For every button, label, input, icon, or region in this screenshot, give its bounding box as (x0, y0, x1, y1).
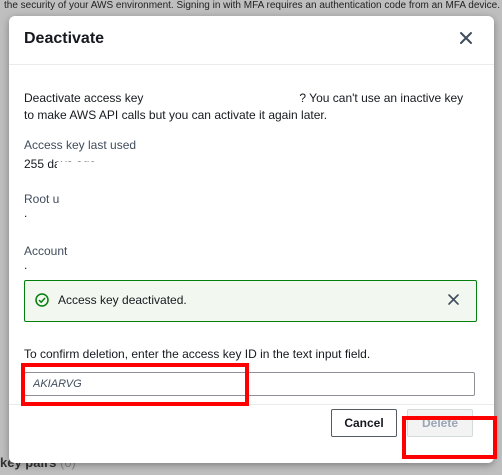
redacted-block (57, 162, 127, 172)
background-header-text: the security of your AWS environment. Si… (4, 0, 500, 11)
access-key-id-input[interactable] (24, 372, 475, 396)
cancel-button[interactable]: Cancel (331, 409, 397, 437)
modal-title: Deactivate (24, 30, 105, 47)
deactivate-modal: Deactivate Deactivate access key? You ca… (9, 16, 494, 463)
modal-description: Deactivate access key? You can't use an … (24, 90, 464, 124)
modal-footer-divider (9, 404, 494, 405)
redacted-block (60, 190, 150, 208)
modal-header: Deactivate (9, 16, 494, 65)
redacted-block (106, 22, 310, 52)
root-user-value: . (24, 206, 28, 220)
close-icon[interactable] (456, 28, 478, 50)
check-circle-icon (35, 293, 49, 307)
delete-button[interactable]: Delete (407, 409, 473, 437)
alert-message: Access key deactivated. (58, 293, 187, 307)
last-used-label: Access key last used (24, 138, 137, 152)
success-alert: Access key deactivated. (24, 280, 477, 322)
account-label: Account (24, 244, 68, 258)
dismiss-alert-icon[interactable] (445, 291, 463, 309)
confirm-instructions: To confirm deletion, enter the access ke… (24, 347, 371, 361)
description-start: Deactivate access key (24, 91, 144, 105)
account-value: . (24, 258, 28, 272)
